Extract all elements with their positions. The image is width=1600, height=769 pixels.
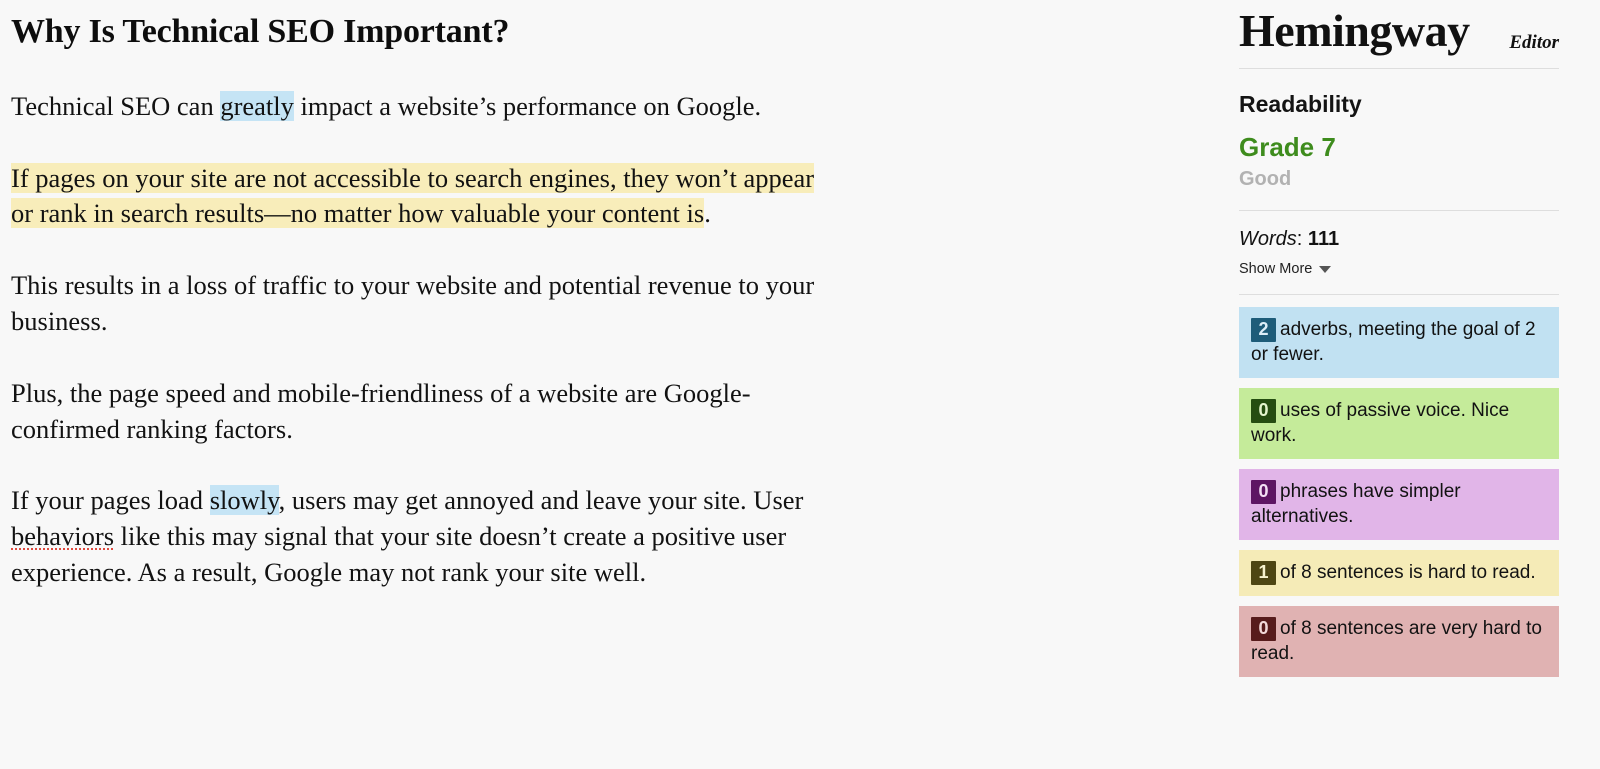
paragraph-3: This results in a loss of traffic to you… — [11, 268, 831, 340]
stat-cards-list: 2 adverbs, meeting the goal of 2 or fewer… — [1239, 295, 1559, 677]
text-run: impact a website’s performance on Google… — [293, 90, 762, 121]
stat-card-very-hard-to-read[interactable]: 0 of 8 sentences are very hard to read. — [1239, 606, 1559, 677]
stat-card-simpler-alternatives[interactable]: 0 phrases have simpler alternatives. — [1239, 469, 1559, 540]
stat-card-passive-voice[interactable]: 0 uses of passive voice. Nice work. — [1239, 388, 1559, 459]
paragraph-2: If pages on your site are not accessible… — [11, 161, 831, 233]
paragraph-5: If your pages load slowly, users may get… — [11, 483, 831, 590]
stat-card-text: uses of passive voice. Nice work. — [1251, 400, 1510, 446]
text-run: Plus, the page speed and mobile-friendli… — [11, 377, 751, 444]
logo-subtitle: Editor — [1509, 32, 1559, 53]
paragraph-4: Plus, the page speed and mobile-friendli… — [11, 376, 831, 448]
word-count-line: Words: 111 — [1239, 227, 1559, 251]
stat-card-text: of 8 sentences are very hard to read. — [1251, 618, 1542, 664]
text-run: If your pages load — [11, 485, 210, 516]
adverb-highlight[interactable]: greatly — [220, 90, 294, 121]
spellcheck-underlined-word[interactable]: behaviors — [11, 521, 114, 551]
document-body[interactable]: Why Is Technical SEO Important? Technica… — [11, 12, 831, 591]
stat-card-text: adverbs, meeting the goal of 2 or fewer. — [1251, 319, 1536, 365]
adverb-highlight[interactable]: slowly — [209, 485, 279, 516]
editor-pane[interactable]: Why Is Technical SEO Important? Technica… — [0, 0, 1232, 769]
readability-section: Readability Grade 7 Good — [1239, 69, 1559, 192]
readability-description: Good — [1239, 168, 1292, 190]
show-more-label: Show More — [1239, 261, 1313, 277]
hemingway-logo[interactable]: Hemingway Editor — [1239, 0, 1559, 68]
word-count-value: 111 — [1307, 228, 1340, 250]
words-section: Words: 111 Show More — [1239, 211, 1559, 294]
text-run: . — [704, 198, 711, 229]
readability-heading: Readability — [1239, 91, 1362, 117]
text-run: This results in a loss of traffic to you… — [11, 270, 815, 336]
stat-count-badge: 1 — [1251, 561, 1276, 585]
chevron-down-icon — [1319, 265, 1332, 273]
stats-sidebar: Hemingway Editor Readability Grade 7 Goo… — [1232, 0, 1600, 769]
readability-grade: Grade 7 — [1239, 132, 1336, 162]
stat-card-adverbs[interactable]: 2 adverbs, meeting the goal of 2 or fewer… — [1239, 307, 1559, 378]
paragraph-1: Technical SEO can greatly impact a websi… — [11, 89, 831, 125]
word-count-separator: : — [1296, 228, 1303, 250]
stat-card-text: phrases have simpler alternatives. — [1251, 481, 1461, 527]
stat-card-text: of 8 sentences is hard to read. — [1280, 562, 1536, 583]
stat-count-badge: 0 — [1251, 399, 1276, 423]
stat-count-badge: 0 — [1251, 617, 1276, 641]
word-count-label: Words — [1239, 228, 1297, 250]
hemingway-editor-app: Why Is Technical SEO Important? Technica… — [0, 0, 1600, 769]
text-run: Technical SEO can — [11, 90, 221, 121]
page-title: Why Is Technical SEO Important? — [11, 13, 510, 50]
hard-sentence-highlight[interactable]: If pages on your site are not accessible… — [11, 162, 815, 229]
stat-count-badge: 2 — [1251, 318, 1276, 342]
text-run: , users may get annoyed and leave your s… — [278, 485, 804, 516]
show-more-button[interactable]: Show More — [1239, 260, 1332, 278]
stat-count-badge: 0 — [1251, 480, 1276, 504]
text-run: like this may signal that your site does… — [11, 521, 787, 587]
stat-card-hard-to-read[interactable]: 1 of 8 sentences is hard to read. — [1239, 550, 1559, 596]
